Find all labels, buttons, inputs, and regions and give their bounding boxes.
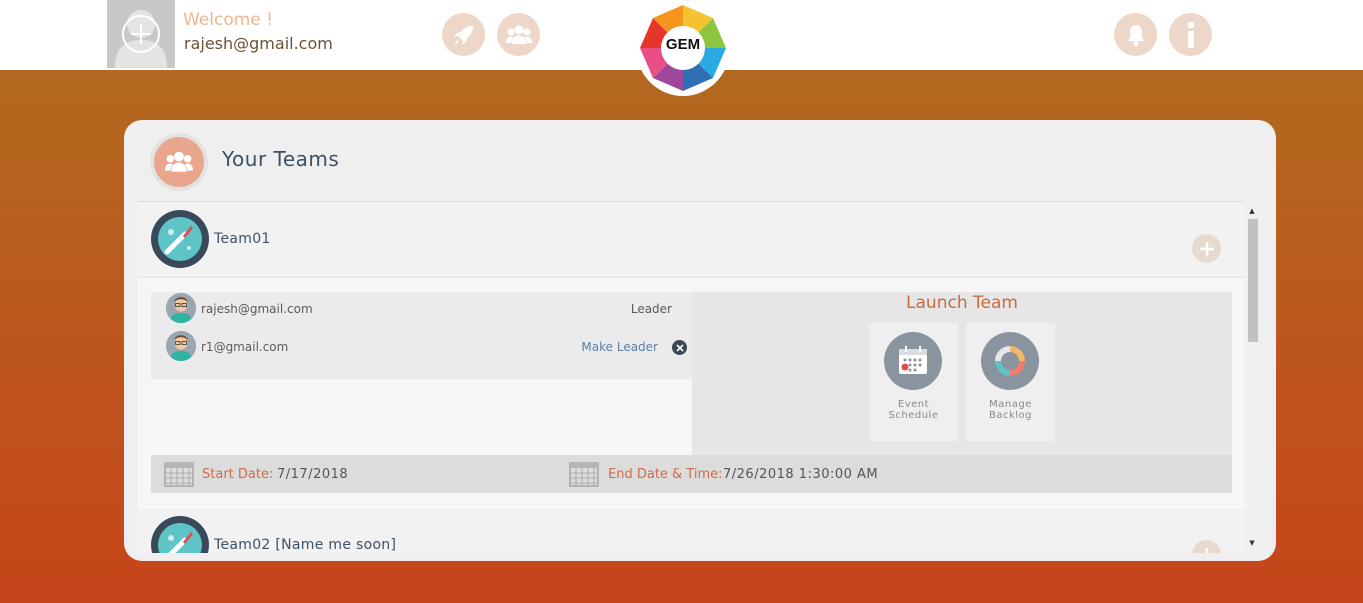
notifications-button[interactable] [1114,13,1157,56]
team-row[interactable]: Team02 [Name me soon] [138,508,1245,553]
team-dates-bar: Start Date: 7/17/2018 End Date & Time: 7… [151,455,1232,493]
member-row: rajesh@gmail.com Leader [151,292,692,328]
avatar-placeholder-icon [107,0,175,68]
teams-button[interactable] [497,13,540,56]
calendar-icon [569,462,599,487]
manage-backlog-label: Manage Backlog [988,399,1033,421]
start-date-label: Start Date: [202,467,274,482]
teams-card: Your Teams Team01 rajesh@gmail.com Leade… [124,120,1276,561]
team-launch-icon [158,523,202,553]
gem-logo[interactable]: GEM [636,0,730,96]
your-teams-icon-badge [150,133,208,191]
team-detail: rajesh@gmail.com Leader r1@gmail.com Mak… [138,279,1245,507]
team-icon [505,25,532,44]
add-member-button[interactable] [1192,234,1221,263]
info-icon [1187,21,1194,48]
info-button[interactable] [1169,13,1212,56]
user-avatar[interactable] [107,0,175,68]
scroll-up-arrow-icon[interactable]: ▲ [1246,205,1258,217]
calendar-icon [899,346,927,374]
remove-member-button[interactable] [672,340,687,355]
bell-icon [1126,24,1145,46]
teams-scrollbar[interactable]: ▲ ▼ [1246,205,1258,553]
add-member-button[interactable] [1192,540,1221,553]
member-avatar [166,293,196,323]
scroll-down-arrow-icon[interactable]: ▼ [1246,537,1258,549]
manage-backlog-tile[interactable]: Manage Backlog [966,323,1055,441]
plus-icon [1205,547,1208,553]
member-avatar [166,331,196,361]
event-schedule-icon-badge [884,332,942,390]
user-email: rajesh@gmail.com [184,34,333,53]
plus-icon [1199,241,1214,256]
scroll-thumb[interactable] [1248,219,1258,342]
member-row: r1@gmail.com Make Leader [151,330,692,366]
team-launch-icon [158,217,202,261]
launch-team-panel: Launch Team Event Schedule Manage Backlo… [692,292,1232,455]
team-avatar [151,210,209,268]
welcome-text: Welcome ! [183,10,273,30]
end-date-label: End Date & Time: [608,467,723,482]
end-date-value: 7/26/2018 1:30:00 AM [723,467,879,482]
logo-text: GEM [665,36,701,53]
manage-backlog-icon-badge [981,332,1039,390]
cycle-icon [995,346,1025,376]
page-title: Your Teams [222,147,340,171]
launch-team-title: Launch Team [906,293,1018,313]
member-email: rajesh@gmail.com [201,302,313,316]
start-date-value: 7/17/2018 [277,467,349,482]
make-leader-link[interactable]: Make Leader [581,340,658,354]
member-email: r1@gmail.com [201,340,289,354]
person-icon [166,331,196,361]
person-icon [166,293,196,323]
team-avatar [151,516,209,553]
close-icon [675,343,684,352]
team-row[interactable]: Team01 [138,202,1245,278]
teams-list: Team01 rajesh@gmail.com Leader r1@gmail.… [138,201,1245,553]
event-schedule-label: Event Schedule [888,399,939,421]
member-list: rajesh@gmail.com Leader r1@gmail.com Mak… [151,292,692,379]
calendar-icon [164,462,194,487]
team-name[interactable]: Team02 [Name me soon] [214,537,396,553]
event-schedule-tile[interactable]: Event Schedule [869,323,958,441]
rocket-button[interactable] [442,13,485,56]
member-role: Leader [630,302,672,316]
rocket-icon [453,25,473,45]
top-bar: Welcome ! rajesh@gmail.com GEM [0,0,1363,96]
team-icon [164,151,194,172]
team-name[interactable]: Team01 [214,231,271,247]
